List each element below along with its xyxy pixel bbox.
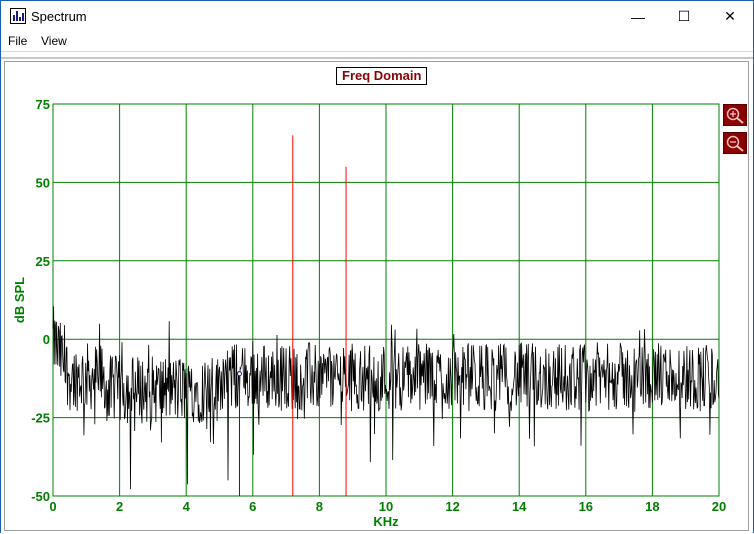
x-tick-labels: 0 2 4 6 8 10 12 14 16 18 20 [49, 499, 726, 514]
x-tick-label: 18 [645, 499, 659, 514]
spectrum-window: Spectrum — ☐ ✕ File View 75 50 25 0 -25 -50 0… [0, 0, 754, 534]
chart-grid [52, 103, 720, 497]
y-tick-label: 25 [36, 254, 50, 269]
y-tick-label: -50 [31, 489, 50, 504]
x-tick-label: 0 [49, 499, 56, 514]
x-tick-label: 10 [379, 499, 393, 514]
x-tick-label: 14 [512, 499, 527, 514]
x-tick-label: 4 [183, 499, 191, 514]
x-axis-label: KHz [373, 514, 399, 529]
x-tick-label: 6 [249, 499, 256, 514]
x-tick-label: 12 [445, 499, 459, 514]
cursor-point[interactable] [236, 371, 242, 377]
zoom-out-icon [726, 135, 744, 152]
zoom-in-button[interactable] [723, 104, 747, 126]
y-tick-label: 0 [43, 332, 50, 347]
y-axis-label: dB SPL [12, 277, 27, 323]
x-tick-label: 2 [116, 499, 123, 514]
zoom-out-button[interactable] [723, 132, 747, 154]
x-tick-label: 8 [316, 499, 323, 514]
y-tick-labels: 75 50 25 0 -25 -50 [31, 97, 50, 504]
zoom-in-icon [726, 107, 744, 124]
y-tick-label: 75 [36, 97, 50, 112]
x-tick-label: 16 [579, 499, 593, 514]
y-tick-label: -25 [31, 411, 50, 426]
x-tick-label: 20 [712, 499, 726, 514]
y-tick-label: 50 [36, 175, 50, 190]
chart-title: Freq Domain [336, 67, 428, 85]
